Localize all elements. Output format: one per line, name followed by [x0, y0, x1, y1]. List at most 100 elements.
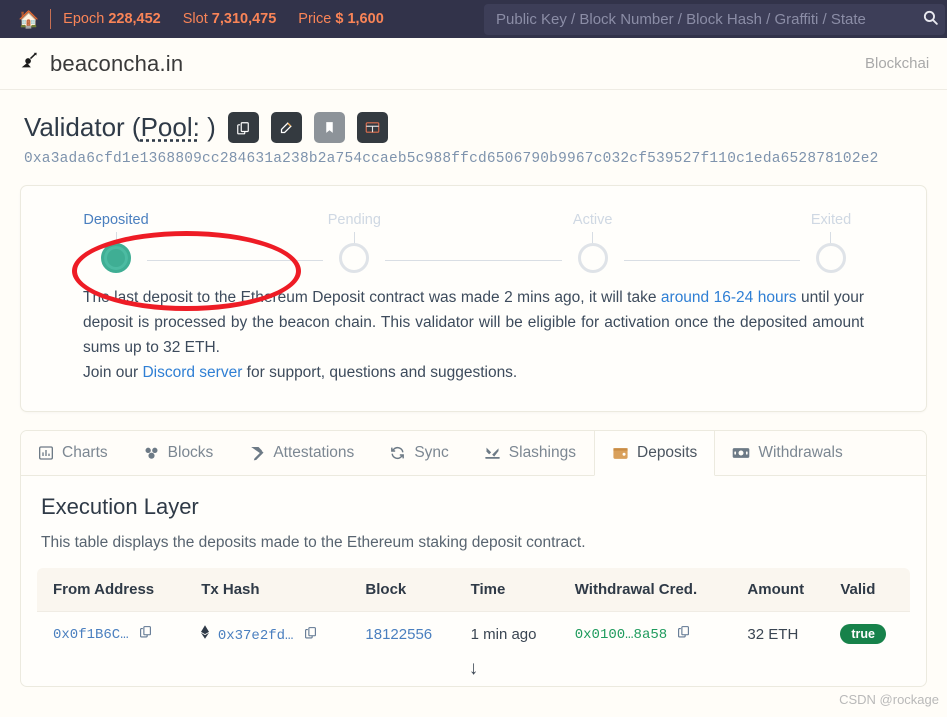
- status-step-active[interactable]: Active: [562, 212, 624, 273]
- discord-text-b: for support, questions and suggestions.: [242, 364, 518, 382]
- column-tx-hash: Tx Hash: [191, 568, 356, 612]
- valid-badge: true: [840, 624, 886, 645]
- step-stem: [830, 232, 832, 243]
- status-step-deposited[interactable]: Deposited: [83, 212, 149, 273]
- tab-label: Slashings: [508, 444, 576, 462]
- status-step-dot: [815, 243, 846, 273]
- cell-valid: true: [830, 611, 910, 657]
- epoch-stat[interactable]: Epoch 228,452: [63, 11, 161, 27]
- status-step-dot: [339, 243, 370, 273]
- epoch-value: 228,452: [108, 11, 161, 27]
- tab-sync[interactable]: Sync: [372, 431, 466, 475]
- tab-label: Sync: [414, 444, 449, 462]
- tab-blocks[interactable]: Blocks: [126, 431, 232, 475]
- price-label: Price: [298, 11, 332, 27]
- step-stem: [115, 232, 117, 243]
- blocks-icon: [143, 445, 160, 461]
- sync-icon: [389, 445, 406, 461]
- tx-hash-link[interactable]: 0x37e2fd…: [218, 628, 294, 644]
- slot-stat[interactable]: Slot 7,310,475: [183, 11, 277, 27]
- validator-pubkey[interactable]: 0xa3ada6cfd1e1368809cc284631a238b2a754cc…: [24, 151, 923, 167]
- pool-link[interactable]: Pool:: [141, 112, 200, 142]
- from-address-link[interactable]: 0x0f1B6C…: [53, 627, 129, 643]
- validator-tabs-card: Charts Blocks Attestations Sync Slashing…: [20, 430, 927, 688]
- status-step-label: Exited: [810, 212, 852, 228]
- page-title: Validator (Pool: ): [24, 112, 216, 143]
- block-number-link[interactable]: 18122556: [365, 626, 432, 643]
- watermark: CSDN @rockage: [839, 692, 939, 707]
- search-icon[interactable]: [922, 9, 939, 31]
- status-step-label: Deposited: [83, 212, 149, 228]
- tab-bar: Charts Blocks Attestations Sync Slashing…: [21, 431, 926, 477]
- page-header: Validator (Pool: ) 0xa3ada6cfd1e1368809c…: [0, 90, 947, 167]
- slashings-icon: [484, 445, 501, 461]
- step-stem: [353, 232, 355, 243]
- main-navbar: beaconcha.in Blockchain: [0, 38, 947, 90]
- brand-logo-link[interactable]: beaconcha.in: [18, 50, 183, 77]
- down-arrow-icon[interactable]: ↓: [37, 658, 910, 680]
- search-input-placeholder[interactable]: Public Key / Block Number / Block Hash /…: [496, 11, 918, 28]
- validator-status-card: Deposited Pending Active Exited The last…: [20, 185, 927, 413]
- cell-amount: 32 ETH: [737, 611, 831, 657]
- status-step-label: Active: [572, 212, 613, 228]
- page-title-suffix: ): [199, 112, 216, 142]
- column-block: Block: [355, 568, 461, 612]
- discord-server-link[interactable]: Discord server: [142, 364, 242, 381]
- topbar-divider: [50, 9, 52, 29]
- status-step-exited[interactable]: Exited: [800, 212, 862, 273]
- price-value: $ 1,600: [335, 11, 384, 27]
- cell-time: 1 min ago: [460, 611, 565, 657]
- copy-button[interactable]: [227, 112, 259, 143]
- tab-attestations[interactable]: Attestations: [231, 431, 372, 475]
- tab-label: Withdrawals: [758, 444, 843, 462]
- bar-chart-icon: [38, 445, 54, 461]
- tab-label: Attestations: [273, 444, 355, 462]
- cell-block: 18122556: [355, 611, 461, 657]
- title-row: Validator (Pool: ): [24, 112, 923, 143]
- brand-name: beaconcha.in: [50, 50, 184, 76]
- discord-paragraph: Join our Discord server for support, que…: [83, 360, 864, 385]
- search-box[interactable]: Public Key / Block Number / Block Hash /…: [484, 4, 945, 35]
- status-step-pending[interactable]: Pending: [323, 212, 385, 273]
- beaconchain-logo-icon: [18, 50, 40, 77]
- panel-description: This table displays the deposits made to…: [41, 534, 586, 552]
- tab-label: Blocks: [167, 444, 214, 462]
- tab-withdrawals[interactable]: Withdrawals: [715, 431, 860, 475]
- bookmark-button[interactable]: [313, 112, 345, 143]
- table-view-button[interactable]: [356, 112, 388, 143]
- ethereum-icon: [201, 625, 213, 642]
- column-amount: Amount: [737, 568, 831, 612]
- tab-slashings[interactable]: Slashings: [467, 431, 594, 475]
- column-valid: Valid: [830, 568, 910, 612]
- deposits-panel: Execution Layer This table displays the …: [21, 476, 926, 686]
- copy-from-address-icon[interactable]: [139, 626, 152, 641]
- slot-label: Slot: [182, 11, 208, 27]
- step-connector: [623, 260, 800, 261]
- price-stat[interactable]: Price $ 1,600: [298, 11, 383, 27]
- table-head: From Address Tx Hash Block Time Withdraw…: [37, 568, 910, 612]
- withdrawal-credentials: 0x0100…8a58: [574, 627, 668, 644]
- cell-withdrawal-cred: 0x0100…8a58: [564, 611, 738, 657]
- deposit-info-paragraph: The last deposit to the Ethereum Deposit…: [83, 285, 864, 360]
- withdrawals-cash-icon: [732, 446, 750, 460]
- tab-deposits[interactable]: Deposits: [594, 431, 716, 477]
- edit-button[interactable]: [270, 112, 302, 143]
- copy-withdrawal-cred-icon[interactable]: [677, 626, 690, 641]
- table-body: 0x0f1B6C… 0x37e2fd… 18122556 1 min ago 0…: [37, 611, 910, 657]
- tab-charts[interactable]: Charts: [21, 431, 126, 475]
- deposits-wallet-icon: [612, 446, 629, 461]
- panel-heading: Execution Layer: [41, 494, 199, 520]
- processing-time-link[interactable]: around 16-24 hours: [661, 289, 797, 306]
- status-info-text: The last deposit to the Ethereum Deposit…: [21, 279, 926, 411]
- step-stem: [592, 232, 594, 243]
- execution-layer-deposits-table: From Address Tx Hash Block Time Withdraw…: [37, 568, 910, 657]
- status-step-label: Pending: [327, 212, 381, 228]
- slot-value: 7,310,475: [211, 11, 277, 27]
- column-time: Time: [460, 568, 565, 612]
- home-icon[interactable]: 🏠: [18, 11, 39, 28]
- table-header-row: From Address Tx Hash Block Time Withdraw…: [37, 568, 910, 612]
- copy-tx-hash-icon[interactable]: [304, 627, 317, 642]
- cell-from-address: 0x0f1B6C…: [37, 611, 192, 657]
- table-row: 0x0f1B6C… 0x37e2fd… 18122556 1 min ago 0…: [37, 611, 910, 657]
- nav-item-blockchain[interactable]: Blockchain: [865, 55, 929, 72]
